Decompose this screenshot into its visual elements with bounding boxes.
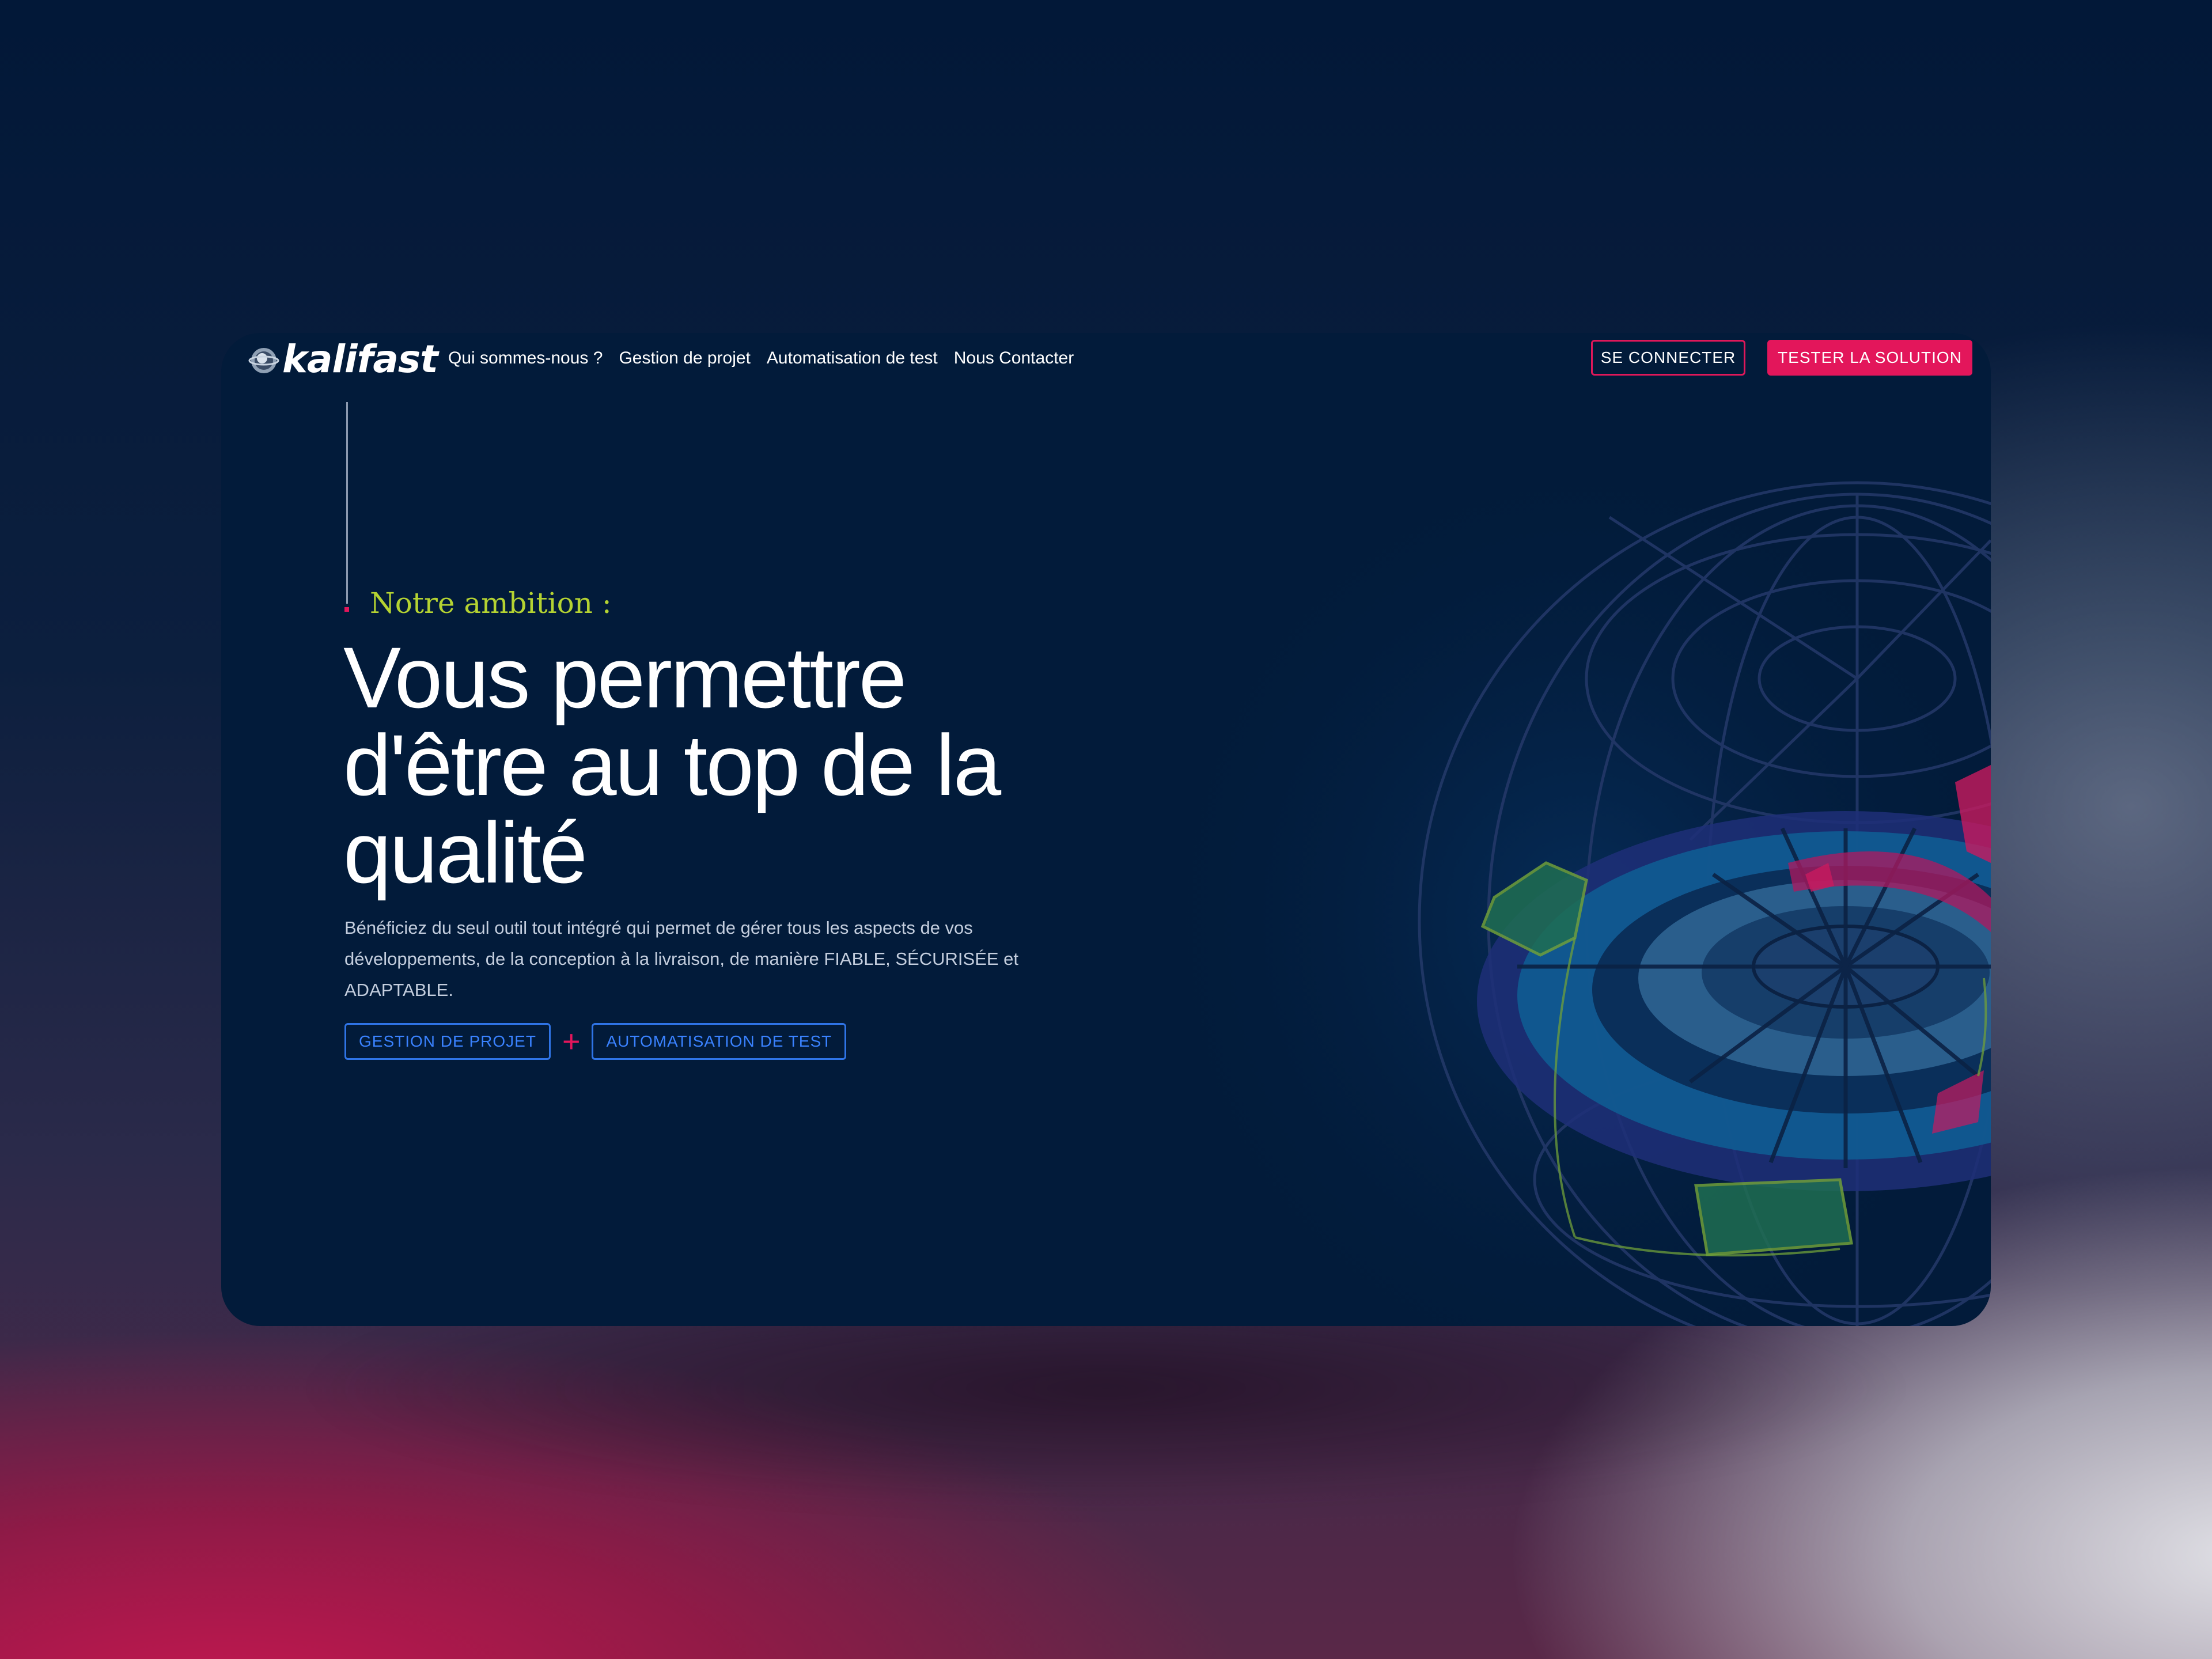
decorative-dot: [344, 607, 349, 612]
logo-wordmark: kalifast: [282, 337, 438, 381]
nav-item-contact[interactable]: Nous Contacter: [954, 346, 1074, 371]
test-automation-button[interactable]: AUTOMATISATION DE TEST: [592, 1023, 847, 1060]
hero-description: Bénéficiez du seul outil tout intégré qu…: [344, 918, 1019, 1000]
kalifast-logo-icon: [248, 348, 279, 373]
try-solution-button[interactable]: TESTER LA SOLUTION: [1767, 340, 1972, 376]
kalifast-logo[interactable]: kalifast: [248, 340, 438, 379]
login-button[interactable]: SE CONNECTER: [1591, 340, 1745, 376]
nav-item-project-management[interactable]: Gestion de projet: [619, 346, 750, 371]
decorative-vertical-line: [346, 402, 348, 604]
hero-eyebrow: Notre ambition :: [370, 586, 612, 620]
hero-headline: Vous permettre d'être au top de la quali…: [343, 629, 1001, 901]
hero-cta-group: GESTION DE PROJET + AUTOMATISATION DE TE…: [344, 1023, 847, 1060]
nav-item-test-automation[interactable]: Automatisation de test: [767, 346, 938, 371]
main-nav: Qui sommes-nous ? Gestion de projet Auto…: [448, 346, 1074, 371]
browser-window: kalifast Qui sommes-nous ? Gestion de pr…: [221, 333, 1991, 1326]
plus-icon: +: [562, 1024, 581, 1059]
nav-item-about[interactable]: Qui sommes-nous ?: [448, 346, 603, 371]
globe-wireframe-illustration: [1172, 425, 1991, 1326]
project-management-button[interactable]: GESTION DE PROJET: [344, 1023, 551, 1060]
